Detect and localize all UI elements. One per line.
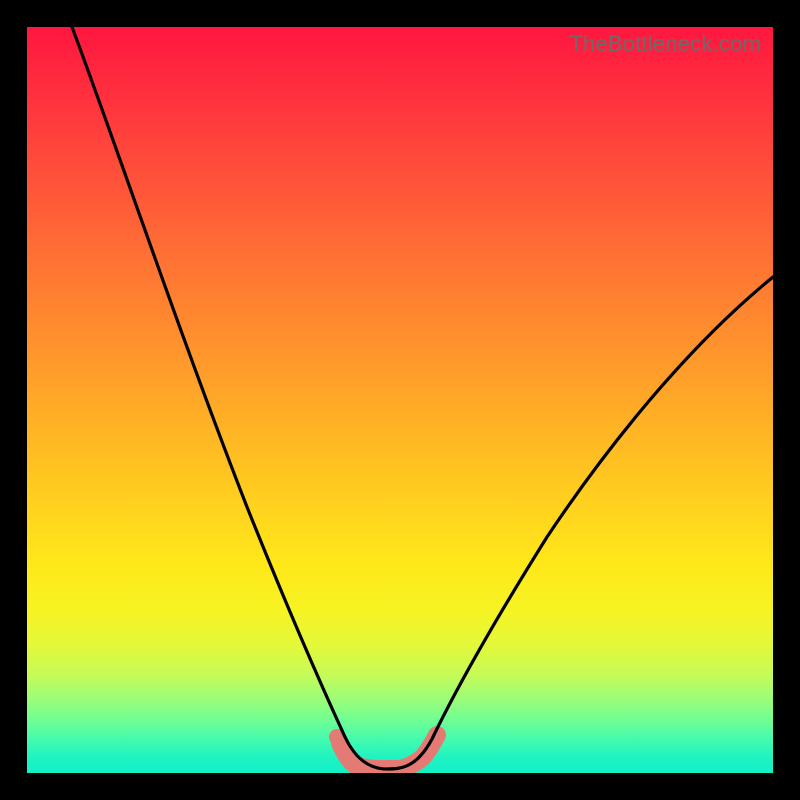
plot-area: TheBottleneck.com [27,27,773,773]
bottleneck-curve-path [72,27,773,769]
chart-frame: TheBottleneck.com [0,0,800,800]
curve-svg [27,27,773,773]
